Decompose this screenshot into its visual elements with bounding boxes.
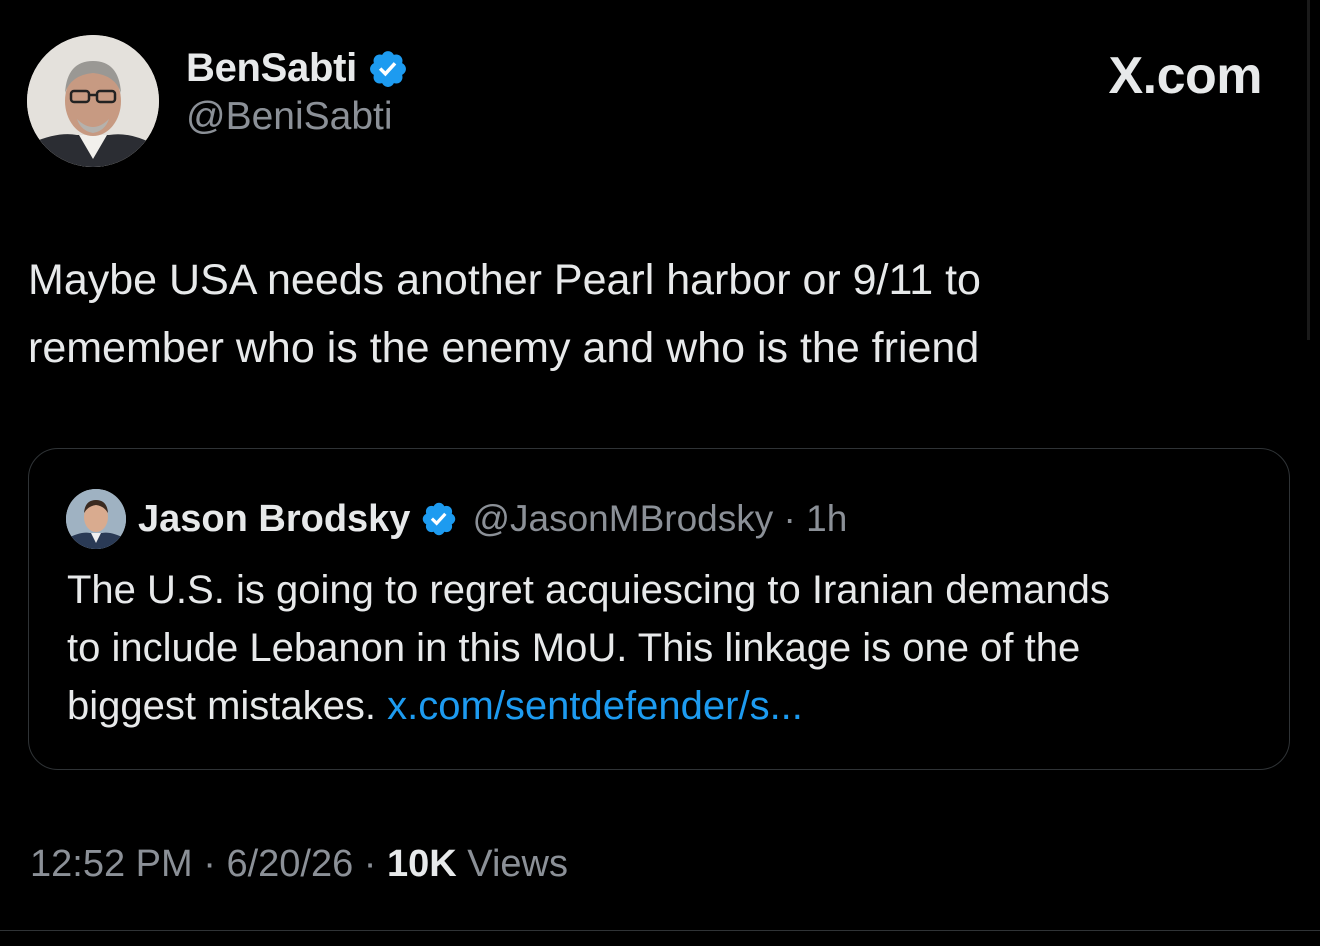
views-count[interactable]: 10K [387, 843, 457, 885]
views-label: Views [456, 843, 568, 885]
quoted-text-line-last: biggest mistakes. x.com/sentdefender/s..… [67, 677, 1267, 735]
quoted-text-line: biggest mistakes. [67, 684, 388, 728]
author-name-row: BenSabti [186, 46, 409, 91]
verified-badge-icon[interactable] [420, 500, 458, 538]
quoted-text-line: to include Lebanon in this MoU. This lin… [67, 626, 1081, 670]
quoted-tweet-link[interactable]: x.com/sentdefender/s... [387, 684, 803, 728]
quoted-text-line: The U.S. is going to regret acquiescing … [67, 568, 1110, 612]
meta-separator: · [773, 498, 807, 539]
quoted-author-avatar[interactable] [66, 489, 126, 549]
quoted-tweet-card[interactable]: Jason Brodsky @JasonMBrodsky · 1h The U.… [28, 448, 1290, 770]
quoted-author-handle[interactable]: @JasonMBrodsky [472, 498, 773, 540]
tweet-text-line: remember who is the enemy and who is the… [28, 324, 980, 372]
quoted-author-avatar-image [66, 489, 126, 549]
quoted-author-name[interactable]: Jason Brodsky [138, 498, 410, 541]
author-avatar-image [27, 35, 159, 167]
tweet-footer: 12:52 PM · 6/20/26 · 10K Views [30, 843, 568, 886]
author-avatar[interactable] [27, 35, 159, 167]
footer-separator: · [353, 843, 388, 885]
divider [0, 930, 1320, 931]
quoted-tweet-text: The U.S. is going to regret acquiescing … [67, 561, 1267, 735]
tweet-text-line: Maybe USA needs another Pearl harbor or … [28, 256, 981, 304]
author-display-name[interactable]: BenSabti [186, 46, 357, 91]
tweet-time[interactable]: 12:52 PM [30, 843, 193, 885]
scrollbar[interactable] [1307, 0, 1310, 340]
quoted-tweet-time[interactable]: 1h [806, 498, 847, 540]
verified-badge-icon[interactable] [367, 48, 409, 90]
site-watermark: X.com [1108, 47, 1262, 105]
author-handle[interactable]: @BeniSabti [186, 95, 409, 139]
tweet-text: Maybe USA needs another Pearl harbor or … [28, 246, 1268, 382]
footer-separator: · [192, 843, 227, 885]
tweet-date[interactable]: 6/20/26 [226, 843, 353, 885]
quoted-tweet-header: Jason Brodsky @JasonMBrodsky · 1h [66, 489, 847, 549]
author-block: BenSabti @BeniSabti [186, 46, 409, 139]
